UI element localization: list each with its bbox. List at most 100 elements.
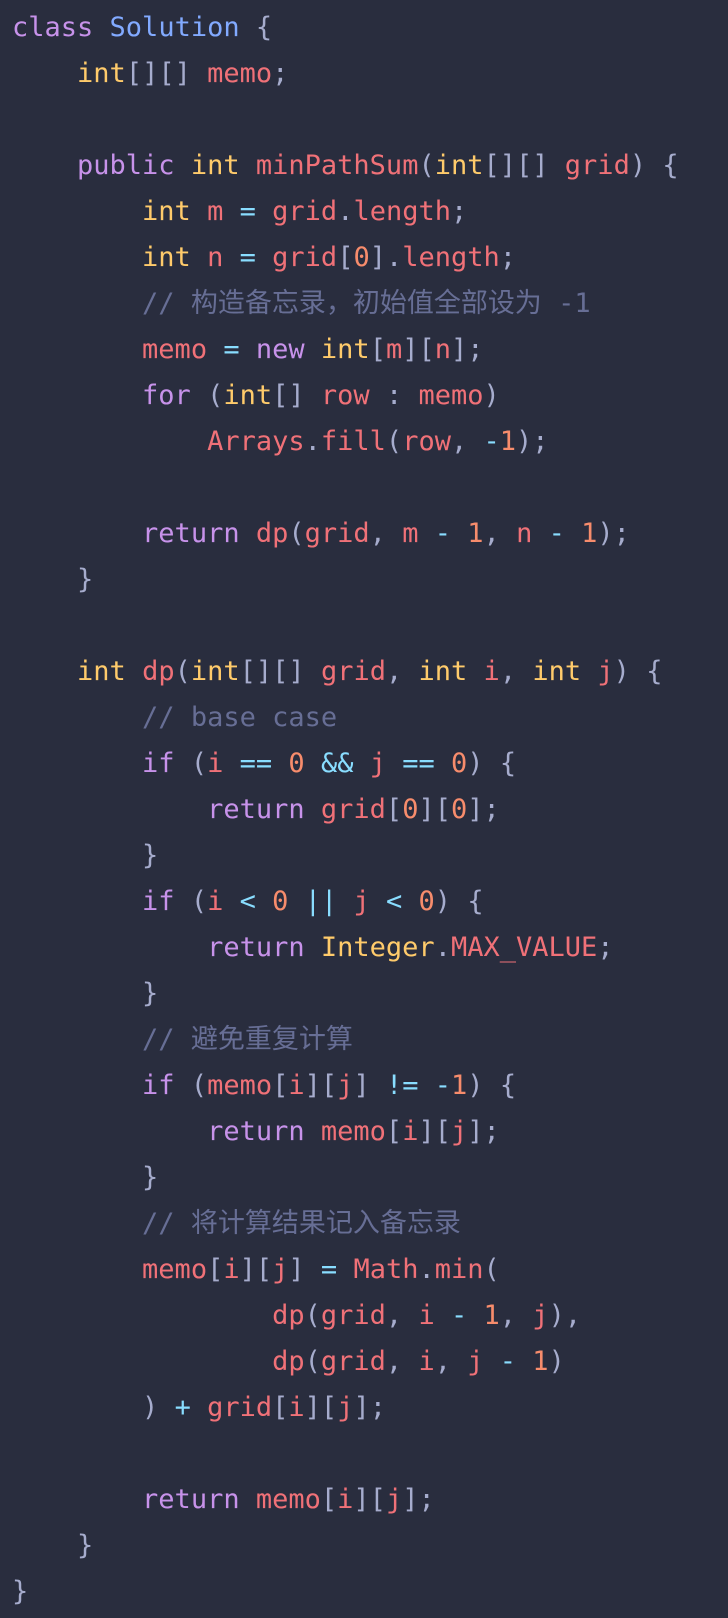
code-token-op: <	[239, 886, 256, 917]
code-token-punc: [	[320, 1484, 338, 1515]
code-line: }	[12, 971, 728, 1017]
code-token-num: 0	[353, 242, 370, 273]
code-token-num: 0	[288, 748, 305, 779]
code-token-num: 1	[451, 1070, 468, 1101]
code-token-punc: }	[77, 1530, 94, 1561]
code-token-punc: ][	[418, 1116, 451, 1147]
code-token-op: -	[434, 518, 451, 549]
code-token-var: m	[385, 334, 403, 365]
code-line: int n = grid[0].length;	[12, 235, 728, 281]
code-token-kw: if	[142, 1070, 175, 1101]
code-token-num: 1	[499, 426, 517, 457]
code-token-var: memo	[255, 1484, 321, 1515]
code-line: return dp(grid, m - 1, n - 1);	[12, 511, 728, 557]
code-token-var: grid	[304, 518, 370, 549]
code-token-punc: [	[337, 242, 354, 273]
code-token-var: j	[385, 1484, 403, 1515]
code-token-var: m	[207, 196, 224, 227]
code-token-type: int	[77, 58, 126, 89]
code-token-kw: if	[142, 748, 175, 779]
code-token-op: -	[548, 518, 565, 549]
code-token-punc: ,	[499, 1300, 517, 1331]
code-token-var: grid	[320, 656, 386, 687]
code-token-punc: (	[304, 1300, 321, 1331]
code-token-punc: ];	[467, 1116, 500, 1147]
code-token-var: m	[402, 518, 419, 549]
code-token-var: j	[467, 1346, 484, 1377]
code-token-kw: for	[142, 380, 191, 411]
code-token-op: =	[320, 1254, 338, 1285]
code-token-var: i	[223, 1254, 240, 1285]
code-line: class Solution {	[12, 5, 728, 51]
code-line: dp(grid, i, j - 1)	[12, 1339, 728, 1385]
code-token-punc: (	[190, 748, 208, 779]
code-token-var: i	[337, 1484, 354, 1515]
code-token-var: grid	[207, 1392, 273, 1423]
code-editor[interactable]: class Solution { int[][] memo; public in…	[0, 0, 728, 1618]
code-line: return grid[0][0];	[12, 787, 728, 833]
code-token-punc: (	[288, 518, 305, 549]
code-token-num: 0	[402, 794, 419, 825]
code-line: int m = grid.length;	[12, 189, 728, 235]
code-line: // 将计算结果记入备忘录	[12, 1201, 728, 1247]
code-token-cmt: // 将计算结果记入备忘录	[142, 1208, 461, 1239]
code-token-var: i	[207, 886, 224, 917]
code-token-var: length	[353, 196, 451, 227]
code-line: return memo[i][j];	[12, 1109, 728, 1155]
code-token-punc: (	[190, 1070, 208, 1101]
code-token-punc: (	[418, 150, 435, 181]
code-token-punc: [	[272, 1070, 289, 1101]
code-token-kw: if	[142, 886, 175, 917]
code-token-var: n	[516, 518, 533, 549]
code-token-type: int	[77, 656, 126, 687]
code-token-punc: [	[385, 794, 403, 825]
code-token-punc: ][	[353, 1484, 386, 1515]
code-token-var: dp	[142, 656, 175, 687]
code-token-punc: (	[207, 380, 224, 411]
code-line: }	[12, 1569, 728, 1615]
code-token-var: i	[207, 748, 224, 779]
code-line: public int minPathSum(int[][] grid) {	[12, 143, 728, 189]
code-token-var: memo	[207, 58, 273, 89]
code-token-op: !=	[385, 1070, 419, 1101]
code-token-punc: ,	[385, 1300, 403, 1331]
code-token-var: memo	[418, 380, 484, 411]
code-token-var: j	[369, 748, 386, 779]
code-token-punc: }	[142, 840, 159, 871]
code-token-punc: ];	[467, 794, 500, 825]
code-token-punc: ];	[353, 1392, 386, 1423]
code-token-type: Integer	[320, 932, 435, 963]
code-line: }	[12, 557, 728, 603]
code-token-kw: return	[207, 932, 305, 963]
